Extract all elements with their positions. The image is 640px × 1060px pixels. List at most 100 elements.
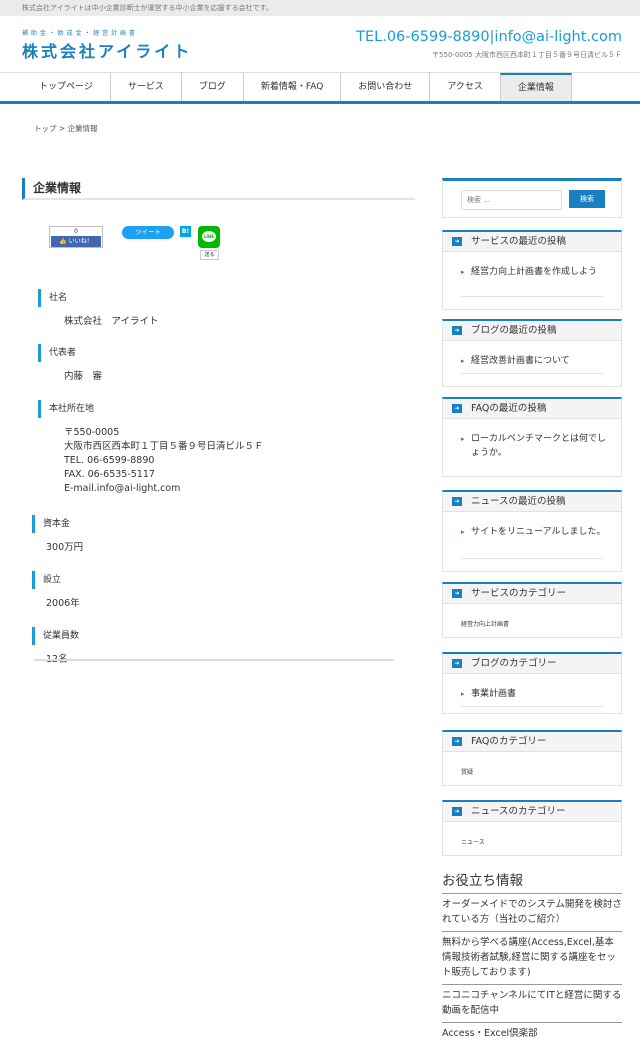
bullet-arrow-icon: ▸ (461, 435, 465, 443)
nav-item-contact[interactable]: お問い合わせ (340, 73, 429, 101)
bullet-arrow-icon: ▸ (461, 690, 465, 698)
sidebar: 検索 ➜ サービスの最近の投稿 ▸ 経営力向上計画書を作成しよう ➜ ブログの最近の投… (442, 178, 622, 856)
divider (461, 558, 603, 559)
bullet-arrow-icon: ▸ (461, 268, 465, 276)
nav-item-top[interactable]: トップページ (22, 73, 110, 101)
widget-post-text: 経営力向上計画書を作成しよう (471, 267, 598, 277)
logo-name: 株式会社アイライト (22, 42, 193, 61)
widget-blog-recent: ➜ ブログの最近の投稿 ▸ 経営改善計画書について (442, 319, 622, 387)
divider (461, 373, 603, 374)
nav-item-blog[interactable]: ブログ (180, 73, 243, 101)
widget-title: ➜ ニュースの最近の投稿 (443, 492, 621, 512)
category-text: 事業計画書 (471, 689, 517, 699)
widget-title-text: ニュースの最近の投稿 (471, 496, 566, 507)
info-block-employees: 従業員数 12名 (32, 627, 79, 667)
info-label: 代表者 (38, 344, 102, 362)
widget-news-recent: ➜ ニュースの最近の投稿 ▸ サイトをリニューアルしました。 (442, 490, 622, 572)
facebook-like-count: 0 (74, 228, 78, 235)
main-content: 企業情報 0 👍 いいね！ ツイート B! LINE 送る 社名 株式会社 アイ… (22, 178, 415, 665)
widget-title: ➜ ブログの最近の投稿 (443, 321, 621, 341)
widget-post-link[interactable]: ▸ 経営改善計画書について (443, 354, 621, 368)
site-header: 補 助 金 ・ 助 成 金 ・ 経 営 計 画 書 株式会社アイライト TEL.… (0, 16, 640, 72)
header-address: 〒550-0005 大阪市西区西本町１丁目５番９号日清ビル５Ｆ (432, 51, 622, 59)
address-lines: 〒550-0005 大阪市西区西本町１丁目５番９号日清ビル５Ｆ TEL. 06-… (64, 426, 264, 496)
site-description: 株式会社アイライトは中小企業診断士が運営する中小企業を応援する会社です。 (0, 0, 640, 16)
content-divider (34, 659, 394, 661)
widget-title: ➜ サービスの最近の投稿 (443, 232, 621, 252)
widget-news-category: ➜ ニュースのカテゴリー ニュース (442, 800, 622, 856)
useful-link[interactable]: ニコニコチャンネルにてITと経営に関する動画を配信中 (442, 985, 622, 1023)
category-link[interactable]: ニュース (461, 837, 485, 846)
share-buttons: 0 👍 いいね！ ツイート B! LINE 送る (22, 212, 415, 260)
header-tel: TEL.06-6599-8890|info@ai-light.com (356, 29, 622, 45)
bullet-arrow-icon: ▸ (461, 528, 465, 536)
arrow-right-icon: ➜ (452, 404, 462, 413)
info-block-capital: 資本金 300万円 (32, 515, 83, 555)
widget-title-text: ブログのカテゴリー (471, 658, 557, 669)
arrow-right-icon: ➜ (452, 737, 462, 746)
info-value-email[interactable]: E-mail.info@ai-light.com (64, 482, 264, 496)
useful-info: お役立ち情報 オーダーメイドでのシステム開発を検討されている方（当社のご紹介） … (442, 872, 622, 1045)
widget-post-text: 経営改善計画書について (471, 356, 570, 366)
info-label: 設立 (32, 571, 80, 589)
widget-post-link[interactable]: ▸ 経営力向上計画書を作成しよう (443, 265, 621, 279)
info-value: 2006年 (46, 598, 80, 609)
site-logo[interactable]: 補 助 金 ・ 助 成 金 ・ 経 営 計 画 書 株式会社アイライト (22, 28, 192, 62)
facebook-like-button[interactable]: 0 👍 いいね！ (49, 226, 103, 248)
info-value-fax: FAX. 06-6535-5117 (64, 469, 155, 480)
widget-faq-category: ➜ FAQのカテゴリー 質疑 (442, 730, 622, 786)
widget-title-text: ニュースのカテゴリー (471, 806, 566, 817)
info-value: 内藤 審 (64, 371, 103, 382)
category-link[interactable]: ▸ 事業計画書 (443, 687, 621, 701)
nav-item-access[interactable]: アクセス (429, 73, 500, 101)
widget-service-recent: ➜ サービスの最近の投稿 ▸ 経営力向上計画書を作成しよう (442, 230, 622, 310)
widget-title: ➜ FAQのカテゴリー (443, 732, 621, 752)
arrow-right-icon: ➜ (452, 497, 462, 506)
widget-title-text: FAQの最近の投稿 (471, 403, 547, 414)
breadcrumb[interactable]: トップ > 企業情報 (34, 123, 98, 134)
widget-title: ➜ ブログのカテゴリー (443, 654, 621, 674)
widget-post-text: ローカルベンチマークとは何でしょうか。 (471, 434, 607, 458)
global-nav: トップページ サービス ブログ 新着情報・FAQ お問い合わせ アクセス 企業情… (0, 72, 640, 104)
nav-item-news-faq[interactable]: 新着情報・FAQ (242, 73, 340, 101)
category-link[interactable]: 経営力向上計画書 (461, 619, 509, 628)
widget-post-text: サイトをリニューアルしました。 (471, 527, 606, 537)
hatena-bookmark-button[interactable]: B! (180, 226, 191, 237)
search-input[interactable] (461, 190, 562, 210)
widget-post-link[interactable]: ▸ サイトをリニューアルしました。 (443, 525, 621, 539)
widget-title-text: サービスのカテゴリー (471, 588, 567, 599)
info-value-postal: 〒550-0005 (64, 427, 120, 438)
useful-link[interactable]: オーダーメイドでのシステム開発を検討されている方（当社のご紹介） (442, 894, 622, 932)
info-label: 資本金 (32, 515, 83, 533)
widget-title-text: FAQのカテゴリー (471, 736, 547, 747)
nav-item-company[interactable]: 企業情報 (499, 73, 572, 101)
line-icon[interactable]: LINE (198, 226, 220, 248)
bullet-arrow-icon: ▸ (461, 357, 465, 365)
info-value-address: 大阪市西区西本町１丁目５番９号日清ビル５Ｆ (64, 441, 264, 452)
category-link[interactable]: 質疑 (461, 767, 473, 776)
arrow-right-icon: ➜ (452, 659, 462, 668)
info-label: 従業員数 (32, 627, 79, 645)
info-value: 株式会社 アイライト (64, 316, 159, 327)
info-value-tel: TEL. 06-6599-8890 (64, 455, 155, 466)
search-button[interactable]: 検索 (569, 190, 605, 208)
widget-title-text: ブログの最近の投稿 (471, 325, 557, 336)
nav-item-service[interactable]: サービス (109, 73, 181, 101)
info-block-representative: 代表者 内藤 審 (38, 344, 102, 384)
widget-title: ➜ ニュースのカテゴリー (443, 802, 621, 822)
widget-title-text: サービスの最近の投稿 (471, 236, 567, 247)
widget-post-link[interactable]: ▸ ローカルベンチマークとは何でしょうか。 (443, 432, 621, 460)
info-label: 社名 (38, 289, 159, 307)
widget-faq-recent: ➜ FAQの最近の投稿 ▸ ローカルベンチマークとは何でしょうか。 (442, 397, 622, 477)
tweet-button[interactable]: ツイート (122, 226, 174, 239)
search-widget: 検索 (442, 178, 622, 218)
arrow-right-icon: ➜ (452, 807, 462, 816)
header-contact: TEL.06-6599-8890|info@ai-light.com 〒550-… (356, 29, 622, 60)
facebook-like-label: 👍 いいね！ (51, 236, 101, 247)
useful-link[interactable]: Access・Excel倶楽部 (442, 1023, 622, 1045)
info-label: 本社所在地 (38, 400, 264, 418)
line-send-button[interactable]: 送る (200, 250, 219, 260)
widget-title: ➜ FAQの最近の投稿 (443, 399, 621, 419)
divider (461, 706, 603, 707)
useful-link[interactable]: 無料から学べる講座(Access,Excel,基本情報技術者試験,経営に関する講… (442, 932, 622, 985)
